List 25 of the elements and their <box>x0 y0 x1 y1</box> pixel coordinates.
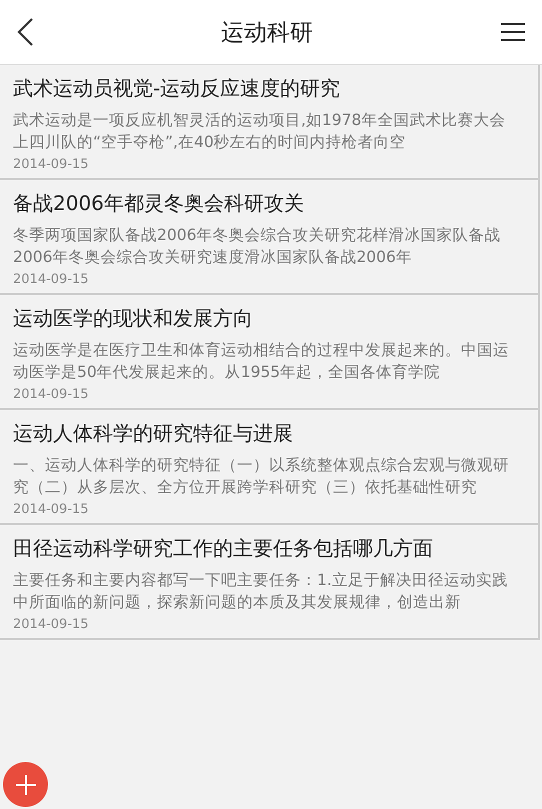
article-summary: 武术运动是一项反应机智灵活的运动项目,如1978年全国武术比赛大会上四川队的“空手夺枪”,在40秒左右的时间内持枪者向空 <box>13 110 506 153</box>
article-item[interactable]: 备战2006年都灵冬奥会科研攻关 冬季两项国家队备战2006年冬奥会综合攻关研究花样滑冰国家队备战2006年冬奥会综合攻关研究速度滑冰国家队备战2006年 2014-09-15 <box>0 180 538 295</box>
article-title: 备战2006年都灵冬奥会科研攻关 <box>13 190 305 217</box>
article-summary: 一、运动人体科学的研究特征（一）以系统整体观点综合宏观与微观研究（二）从多层次、全方位开展跨学科研究（三）依托基础性研究 <box>13 455 510 498</box>
article-title: 田径运动科学研究工作的主要任务包括哪几方面 <box>13 535 434 562</box>
page-title: 运动科研 <box>221 18 313 48</box>
article-item[interactable]: 武术运动员视觉-运动反应速度的研究 武术运动是一项反应机智灵活的运动项目,如1978年全国武术比赛大会上四川队的“空手夺枪”,在40秒左右的时间内持枪者向空 2014-09-15 <box>0 65 538 180</box>
article-date: 2014-09-15 <box>13 617 90 632</box>
article-summary: 主要任务和主要内容都写一下吧主要任务：1.立足于解决田径运动实践中所面临的新问题，探索新问题的本质及其发展规律，创造出新 <box>13 570 509 613</box>
article-title: 武术运动员视觉-运动反应速度的研究 <box>13 75 342 102</box>
menu-icon <box>500 22 526 42</box>
article-date: 2014-09-15 <box>13 272 90 287</box>
article-item[interactable]: 田径运动科学研究工作的主要任务包括哪几方面 主要任务和主要内容都写一下吧主要任务：1.立足于解决田径运动实践中所面临的新问题，探索新问题的本质及其发展规律，创造出新 2014-09-15 <box>0 525 538 640</box>
article-item[interactable]: 运动医学的现状和发展方向 运动医学是在医疗卫生和体育运动相结合的过程中发展起来的。中国运动医学是50年代发展起来的。从1955年起，全国各体育学院 2014-09-15 <box>0 295 538 410</box>
article-date: 2014-09-15 <box>13 502 90 517</box>
article-summary: 冬季两项国家队备战2006年冬奥会综合攻关研究花样滑冰国家队备战2006年冬奥会综合攻关研究速度滑冰国家队备战2006年 <box>13 225 502 268</box>
article-item[interactable]: 运动人体科学的研究特征与进展 一、运动人体科学的研究特征（一）以系统整体观点综合宏观与微观研究（二）从多层次、全方位开展跨学科研究（三）依托基础性研究 2014-09-15 <box>0 410 538 525</box>
add-button[interactable] <box>3 762 48 807</box>
chevron-left-icon <box>16 17 34 47</box>
plus-icon <box>14 774 36 796</box>
article-title: 运动人体科学的研究特征与进展 <box>13 420 294 447</box>
article-date: 2014-09-15 <box>13 387 90 402</box>
article-title: 运动医学的现状和发展方向 <box>13 305 254 332</box>
article-summary: 运动医学是在医疗卫生和体育运动相结合的过程中发展起来的。中国运动医学是50年代发展起来的。从1955年起，全国各体育学院 <box>13 340 510 383</box>
article-date: 2014-09-15 <box>13 157 90 172</box>
